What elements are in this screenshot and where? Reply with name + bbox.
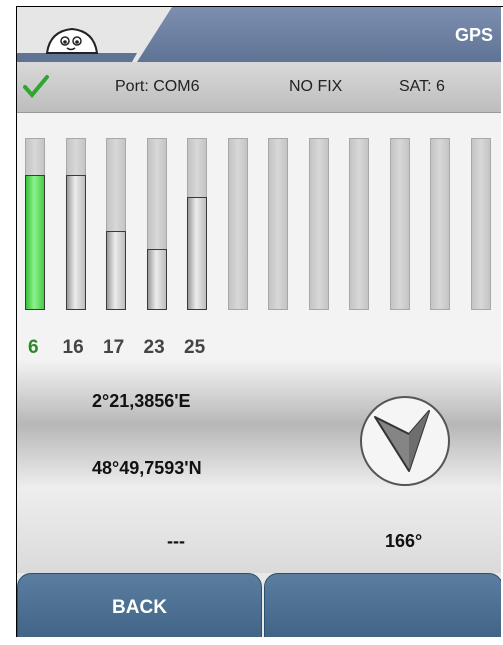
satellite-id-label: 17 <box>103 337 125 358</box>
satellite-id-label: 23 <box>143 337 165 358</box>
satellite-bar-fill <box>65 175 86 310</box>
gps-screen: GPS Port: COM6 NO FIX SAT: 6 6 16 17 23 25 2… <box>17 7 501 637</box>
latitude-value: 48°49,7593'N <box>92 458 202 478</box>
left-border <box>16 7 17 637</box>
satellite-bar-slot <box>25 138 45 310</box>
satellite-bar-slot <box>146 138 167 310</box>
fix-status: NO FIX <box>289 78 343 95</box>
satellite-bar-slot <box>227 138 248 310</box>
satellite-bar-fill <box>146 249 167 310</box>
satellite-bar-slot <box>389 138 410 310</box>
speed-value: --- <box>167 531 185 551</box>
satellite-bar-slot <box>187 138 207 310</box>
satellite-id-label: 6 <box>28 337 39 358</box>
status-bar: Port: COM6 NO FIX SAT: 6 <box>17 62 501 113</box>
satellite-count: SAT: 6 <box>399 78 445 95</box>
right-button[interactable] <box>264 573 501 637</box>
satellite-bar-slot <box>430 138 450 310</box>
compass-arrow-icon <box>360 396 450 486</box>
back-button[interactable]: BACK <box>17 573 262 637</box>
satellite-bar-slot <box>268 138 288 310</box>
position-panel: 2°21,3856'E 48°49,7593'N --- 166° <box>17 361 501 573</box>
satellite-bar-slot <box>470 138 491 310</box>
satellite-bar-slot <box>65 138 86 310</box>
michelin-logo-icon <box>17 7 172 62</box>
satellite-bar-slot <box>106 138 126 310</box>
satellite-bar-slot <box>349 138 369 310</box>
satellite-bar-slot <box>308 138 329 310</box>
satellite-signal-panel: 6 16 17 23 25 <box>17 113 501 361</box>
top-border <box>16 6 503 7</box>
title-bar: GPS <box>17 7 501 62</box>
check-icon <box>23 75 49 98</box>
satellite-id-label: 25 <box>184 337 206 358</box>
heading-value: 166° <box>385 531 423 551</box>
port-label: Port: COM6 <box>115 78 200 95</box>
page-title: GPS <box>454 25 493 45</box>
satellite-bar-fill <box>187 197 207 310</box>
satellite-bar-fill <box>25 175 45 310</box>
satellite-bar-fill <box>106 231 126 310</box>
satellite-id-label: 16 <box>62 337 84 358</box>
longitude-value: 2°21,3856'E <box>92 391 191 411</box>
